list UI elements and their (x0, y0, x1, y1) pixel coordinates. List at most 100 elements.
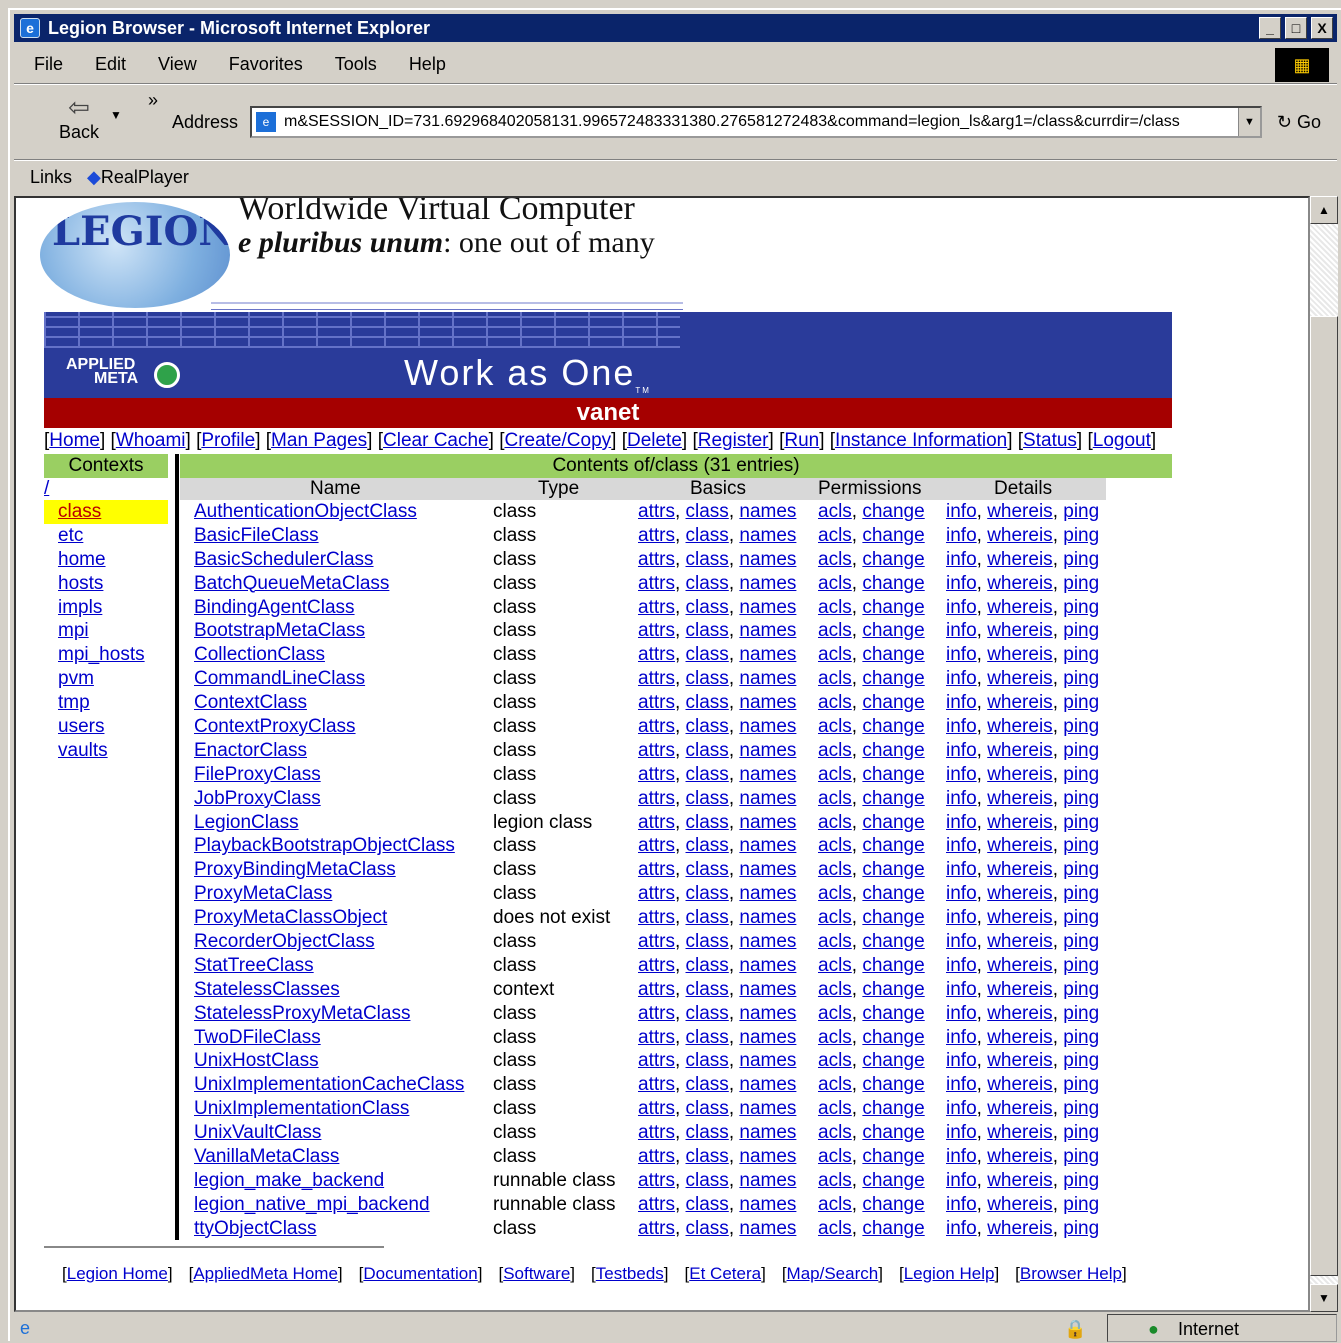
change-link[interactable]: change (862, 788, 924, 809)
change-link[interactable]: change (862, 955, 924, 976)
context-link-vaults[interactable]: vaults (58, 740, 108, 761)
ping-link[interactable]: ping (1063, 597, 1099, 618)
names-link[interactable]: names (739, 525, 796, 546)
vertical-scrollbar[interactable]: ▲ ▼ (1310, 196, 1338, 1312)
attrs-link[interactable]: attrs (638, 1122, 675, 1143)
change-link[interactable]: change (862, 1027, 924, 1048)
change-link[interactable]: change (862, 549, 924, 570)
entry-name-link[interactable]: ttyObjectClass (194, 1218, 316, 1239)
entry-name-link[interactable]: BindingAgentClass (194, 597, 355, 618)
ping-link[interactable]: ping (1063, 1146, 1099, 1167)
ping-link[interactable]: ping (1063, 1027, 1099, 1048)
whereis-link[interactable]: whereis (987, 1170, 1052, 1191)
class-link[interactable]: class (686, 644, 729, 665)
acls-link[interactable]: acls (818, 573, 852, 594)
footer-link-testbeds[interactable]: Testbeds (596, 1264, 664, 1283)
acls-link[interactable]: acls (818, 1050, 852, 1071)
acls-link[interactable]: acls (818, 597, 852, 618)
menu-file[interactable]: File (34, 54, 63, 74)
ping-link[interactable]: ping (1063, 573, 1099, 594)
info-link[interactable]: info (946, 549, 977, 570)
class-link[interactable]: class (686, 788, 729, 809)
ping-link[interactable]: ping (1063, 549, 1099, 570)
entry-name-link[interactable]: CollectionClass (194, 644, 325, 665)
change-link[interactable]: change (862, 979, 924, 1000)
whereis-link[interactable]: whereis (987, 979, 1052, 1000)
change-link[interactable]: change (862, 501, 924, 522)
menu-help[interactable]: Help (409, 54, 446, 74)
attrs-link[interactable]: attrs (638, 740, 675, 761)
whereis-link[interactable]: whereis (987, 1074, 1052, 1095)
info-link[interactable]: info (946, 1027, 977, 1048)
class-link[interactable]: class (686, 1170, 729, 1191)
whereis-link[interactable]: whereis (987, 644, 1052, 665)
class-link[interactable]: class (686, 716, 729, 737)
back-dropdown-icon[interactable]: ▼ (110, 108, 122, 122)
menu-edit[interactable]: Edit (95, 54, 126, 74)
class-link[interactable]: class (686, 931, 729, 952)
class-link[interactable]: class (686, 1218, 729, 1239)
class-link[interactable]: class (686, 1146, 729, 1167)
change-link[interactable]: change (862, 620, 924, 641)
whereis-link[interactable]: whereis (987, 1194, 1052, 1215)
context-link-etc[interactable]: etc (58, 525, 83, 546)
info-link[interactable]: info (946, 692, 977, 713)
info-link[interactable]: info (946, 1218, 977, 1239)
change-link[interactable]: change (862, 835, 924, 856)
context-link-mpi[interactable]: mpi (58, 620, 89, 641)
menu-view[interactable]: View (158, 54, 197, 74)
acls-link[interactable]: acls (818, 644, 852, 665)
footer-link-documentation[interactable]: Documentation (363, 1264, 477, 1283)
entry-name-link[interactable]: BatchQueueMetaClass (194, 573, 389, 594)
info-link[interactable]: info (946, 668, 977, 689)
entry-name-link[interactable]: FileProxyClass (194, 764, 321, 785)
info-link[interactable]: info (946, 1194, 977, 1215)
top-link-delete[interactable]: Delete (627, 430, 682, 451)
footer-link-legion-home[interactable]: Legion Home (67, 1264, 168, 1283)
change-link[interactable]: change (862, 644, 924, 665)
change-link[interactable]: change (862, 1098, 924, 1119)
ping-link[interactable]: ping (1063, 955, 1099, 976)
whereis-link[interactable]: whereis (987, 859, 1052, 880)
info-link[interactable]: info (946, 740, 977, 761)
acls-link[interactable]: acls (818, 764, 852, 785)
entry-name-link[interactable]: ProxyMetaClassObject (194, 907, 387, 928)
class-link[interactable]: class (686, 955, 729, 976)
acls-link[interactable]: acls (818, 788, 852, 809)
info-link[interactable]: info (946, 1050, 977, 1071)
change-link[interactable]: change (862, 1170, 924, 1191)
context-link-impls[interactable]: impls (58, 597, 102, 618)
ping-link[interactable]: ping (1063, 716, 1099, 737)
whereis-link[interactable]: whereis (987, 955, 1052, 976)
info-link[interactable]: info (946, 1003, 977, 1024)
info-link[interactable]: info (946, 764, 977, 785)
attrs-link[interactable]: attrs (638, 979, 675, 1000)
ping-link[interactable]: ping (1063, 764, 1099, 785)
acls-link[interactable]: acls (818, 716, 852, 737)
info-link[interactable]: info (946, 573, 977, 594)
names-link[interactable]: names (739, 955, 796, 976)
class-link[interactable]: class (686, 549, 729, 570)
acls-link[interactable]: acls (818, 1003, 852, 1024)
class-link[interactable]: class (686, 1122, 729, 1143)
info-link[interactable]: info (946, 597, 977, 618)
context-link-mpi-hosts[interactable]: mpi_hosts (58, 644, 145, 665)
change-link[interactable]: change (862, 1074, 924, 1095)
whereis-link[interactable]: whereis (987, 1003, 1052, 1024)
entry-name-link[interactable]: UnixImplementationClass (194, 1098, 409, 1119)
attrs-link[interactable]: attrs (638, 1098, 675, 1119)
info-link[interactable]: info (946, 907, 977, 928)
info-link[interactable]: info (946, 716, 977, 737)
change-link[interactable]: change (862, 740, 924, 761)
class-link[interactable]: class (686, 1194, 729, 1215)
top-link-register[interactable]: Register (698, 430, 769, 451)
ping-link[interactable]: ping (1063, 1050, 1099, 1071)
ping-link[interactable]: ping (1063, 1170, 1099, 1191)
maximize-button[interactable]: □ (1285, 17, 1307, 39)
names-link[interactable]: names (739, 1194, 796, 1215)
names-link[interactable]: names (739, 907, 796, 928)
info-link[interactable]: info (946, 1122, 977, 1143)
scroll-down-icon[interactable]: ▼ (1310, 1284, 1338, 1312)
names-link[interactable]: names (739, 835, 796, 856)
footer-link-et-cetera[interactable]: Et Cetera (689, 1264, 761, 1283)
